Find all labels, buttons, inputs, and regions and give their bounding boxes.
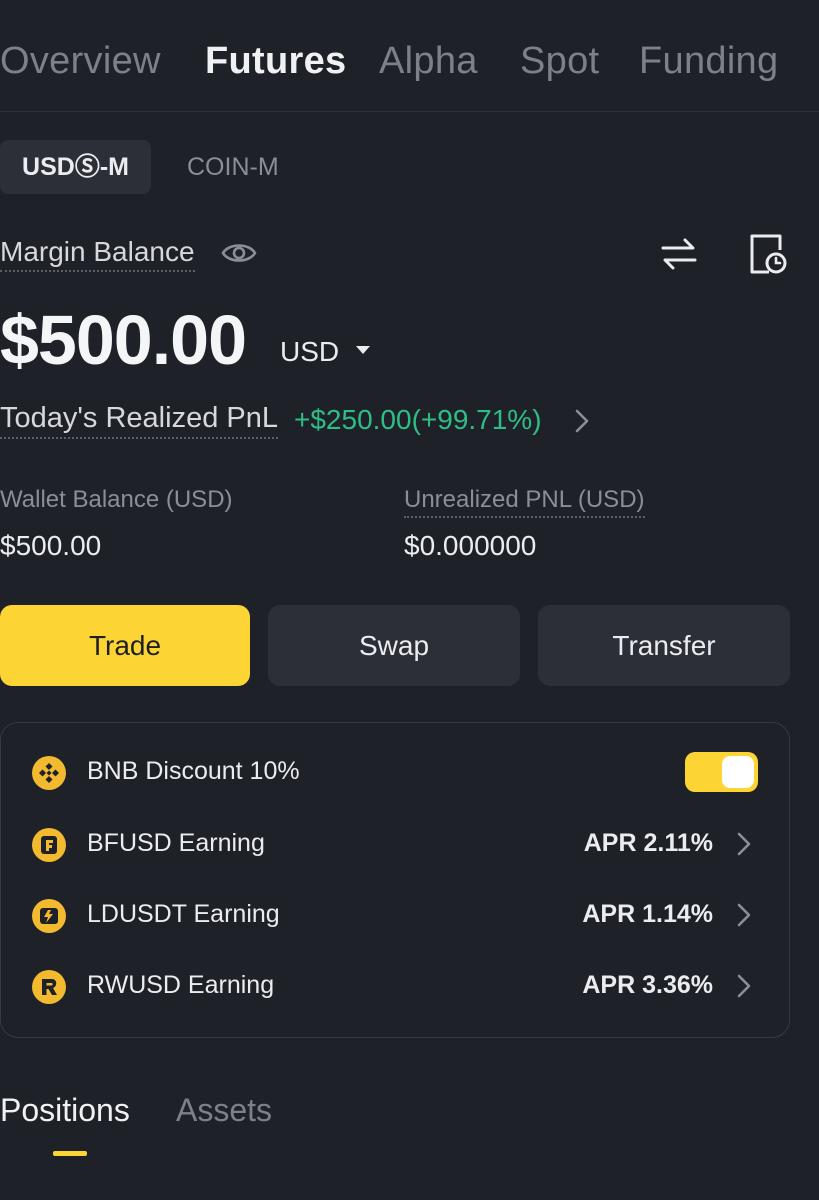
chevron-right-icon[interactable] [736,831,752,857]
realized-pnl-label[interactable]: Today's Realized PnL [0,402,278,439]
tab-coin-m[interactable]: COIN-M [187,140,279,194]
earn-card: BNB Discount 10% BFUSD Earning APR 2.11%… [0,722,790,1038]
realized-pnl-value[interactable]: +$250.00(+99.71%) [294,404,542,436]
trade-button[interactable]: Trade [0,605,250,686]
bnb-coin-icon [32,756,66,790]
tab-usds-m[interactable]: USDⓈ-M [0,140,151,194]
earn-item-label: BFUSD Earning [87,829,265,857]
bnb-discount-label: BNB Discount 10% [87,757,300,785]
caret-down-icon[interactable] [354,344,372,356]
tab-funding[interactable]: Funding [639,40,778,83]
wallet-balance-label: Wallet Balance (USD) [0,486,233,513]
bnb-discount-toggle[interactable] [685,752,758,792]
unrealized-pnl-value: $0.000000 [404,530,537,561]
currency-selector[interactable]: USD [280,336,339,368]
tab-positions[interactable]: Positions [0,1092,130,1129]
earn-item-label: RWUSD Earning [87,971,275,999]
swap-button[interactable]: Swap [268,605,520,686]
bnb-discount-row: BNB Discount 10% [1,747,791,797]
earn-item-apr: APR 2.11% [583,829,713,857]
margin-balance-amount: $500.00 [0,301,247,379]
swap-arrows-icon[interactable] [659,236,699,272]
rwusd-coin-icon [32,970,66,1004]
unrealized-pnl-label[interactable]: Unrealized PNL (USD) [404,486,645,518]
toggle-knob [722,756,754,788]
eye-icon[interactable] [221,238,257,268]
tab-alpha[interactable]: Alpha [379,40,478,83]
transfer-button[interactable]: Transfer [538,605,790,686]
history-icon[interactable] [747,232,789,276]
earn-item-apr: APR 3.36% [582,971,713,999]
chevron-right-icon[interactable] [736,902,752,928]
bfusd-coin-icon [32,828,66,862]
earn-item-label: LDUSDT Earning [87,900,280,928]
top-tab-bar: Overview Futures Alpha Spot Funding [0,0,819,112]
earn-item-ldusdt[interactable]: LDUSDT Earning APR 1.14% [1,890,791,940]
tab-spot[interactable]: Spot [520,40,599,83]
margin-balance-label[interactable]: Margin Balance [0,236,195,272]
chevron-right-icon[interactable] [574,408,590,434]
chevron-right-icon[interactable] [736,973,752,999]
earn-item-bfusd[interactable]: BFUSD Earning APR 2.11% [1,819,791,869]
earn-item-apr: APR 1.14% [582,900,713,928]
earn-item-rwusd[interactable]: RWUSD Earning APR 3.36% [1,961,791,1011]
wallet-balance-value: $500.00 [0,530,102,561]
tab-futures[interactable]: Futures [205,40,346,83]
tab-assets[interactable]: Assets [176,1092,272,1129]
ldusdt-coin-icon [32,899,66,933]
tab-overview[interactable]: Overview [0,40,161,83]
active-tab-indicator [53,1151,87,1156]
